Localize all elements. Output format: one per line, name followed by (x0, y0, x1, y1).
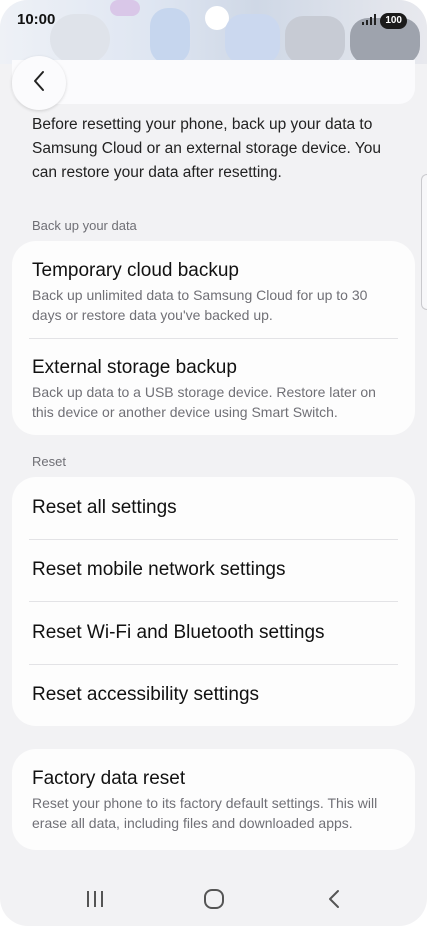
settings-screen: 10:00 100 Before resetting your phone, b… (0, 0, 427, 926)
factory-data-reset-item[interactable]: Factory data reset Reset your phone to i… (32, 767, 397, 833)
status-icons: 100 (362, 12, 407, 30)
recents-button[interactable] (75, 887, 115, 915)
external-storage-backup-item[interactable]: External storage backup Back up data to … (32, 356, 397, 422)
item-subtitle: Reset your phone to its factory default … (32, 795, 378, 831)
section-label-backup: Back up your data (32, 218, 137, 233)
item-title: External storage backup (32, 357, 237, 378)
nav-back-icon (328, 889, 340, 914)
item-title: Reset Wi-Fi and Bluetooth settings (32, 622, 325, 643)
item-title: Temporary cloud backup (32, 260, 239, 281)
nav-back-button[interactable] (314, 887, 354, 915)
status-bar: 10:00 100 (0, 0, 427, 40)
divider (29, 601, 398, 602)
item-title: Reset accessibility settings (32, 684, 260, 705)
reset-mobile-network-settings-item[interactable]: Reset mobile network settings (32, 558, 397, 582)
home-icon (203, 888, 225, 915)
battery-icon: 100 (380, 13, 407, 29)
section-label-reset: Reset (32, 454, 66, 469)
divider (29, 539, 398, 540)
item-subtitle: Back up unlimited data to Samsung Cloud … (32, 287, 368, 323)
item-subtitle: Back up data to a USB storage device. Re… (32, 384, 376, 420)
reset-accessibility-settings-item[interactable]: Reset accessibility settings (32, 683, 397, 707)
reset-wifi-bluetooth-settings-item[interactable]: Reset Wi-Fi and Bluetooth settings (32, 621, 397, 645)
intro-text: Before resetting your phone, back up you… (32, 116, 381, 181)
home-button[interactable] (194, 887, 234, 915)
divider (29, 664, 398, 665)
item-title: Reset all settings (32, 497, 177, 518)
back-button[interactable] (12, 56, 66, 110)
item-title: Factory data reset (32, 768, 186, 789)
status-time: 10:00 (17, 11, 56, 28)
reset-all-settings-item[interactable]: Reset all settings (32, 496, 397, 520)
recents-icon (85, 890, 105, 913)
scroll-thumb[interactable] (421, 174, 427, 310)
reset-card: Reset all settings Reset mobile network … (12, 477, 415, 726)
signal-bars-icon (362, 12, 377, 30)
navigation-bar (0, 875, 427, 926)
chevron-left-icon (32, 70, 46, 97)
temporary-cloud-backup-item[interactable]: Temporary cloud backup Back up unlimited… (32, 259, 397, 325)
factory-reset-card: Factory data reset Reset your phone to i… (12, 749, 415, 850)
header-bar (12, 60, 415, 104)
divider (29, 338, 398, 339)
item-title: Reset mobile network settings (32, 559, 286, 580)
backup-card: Temporary cloud backup Back up unlimited… (12, 241, 415, 435)
